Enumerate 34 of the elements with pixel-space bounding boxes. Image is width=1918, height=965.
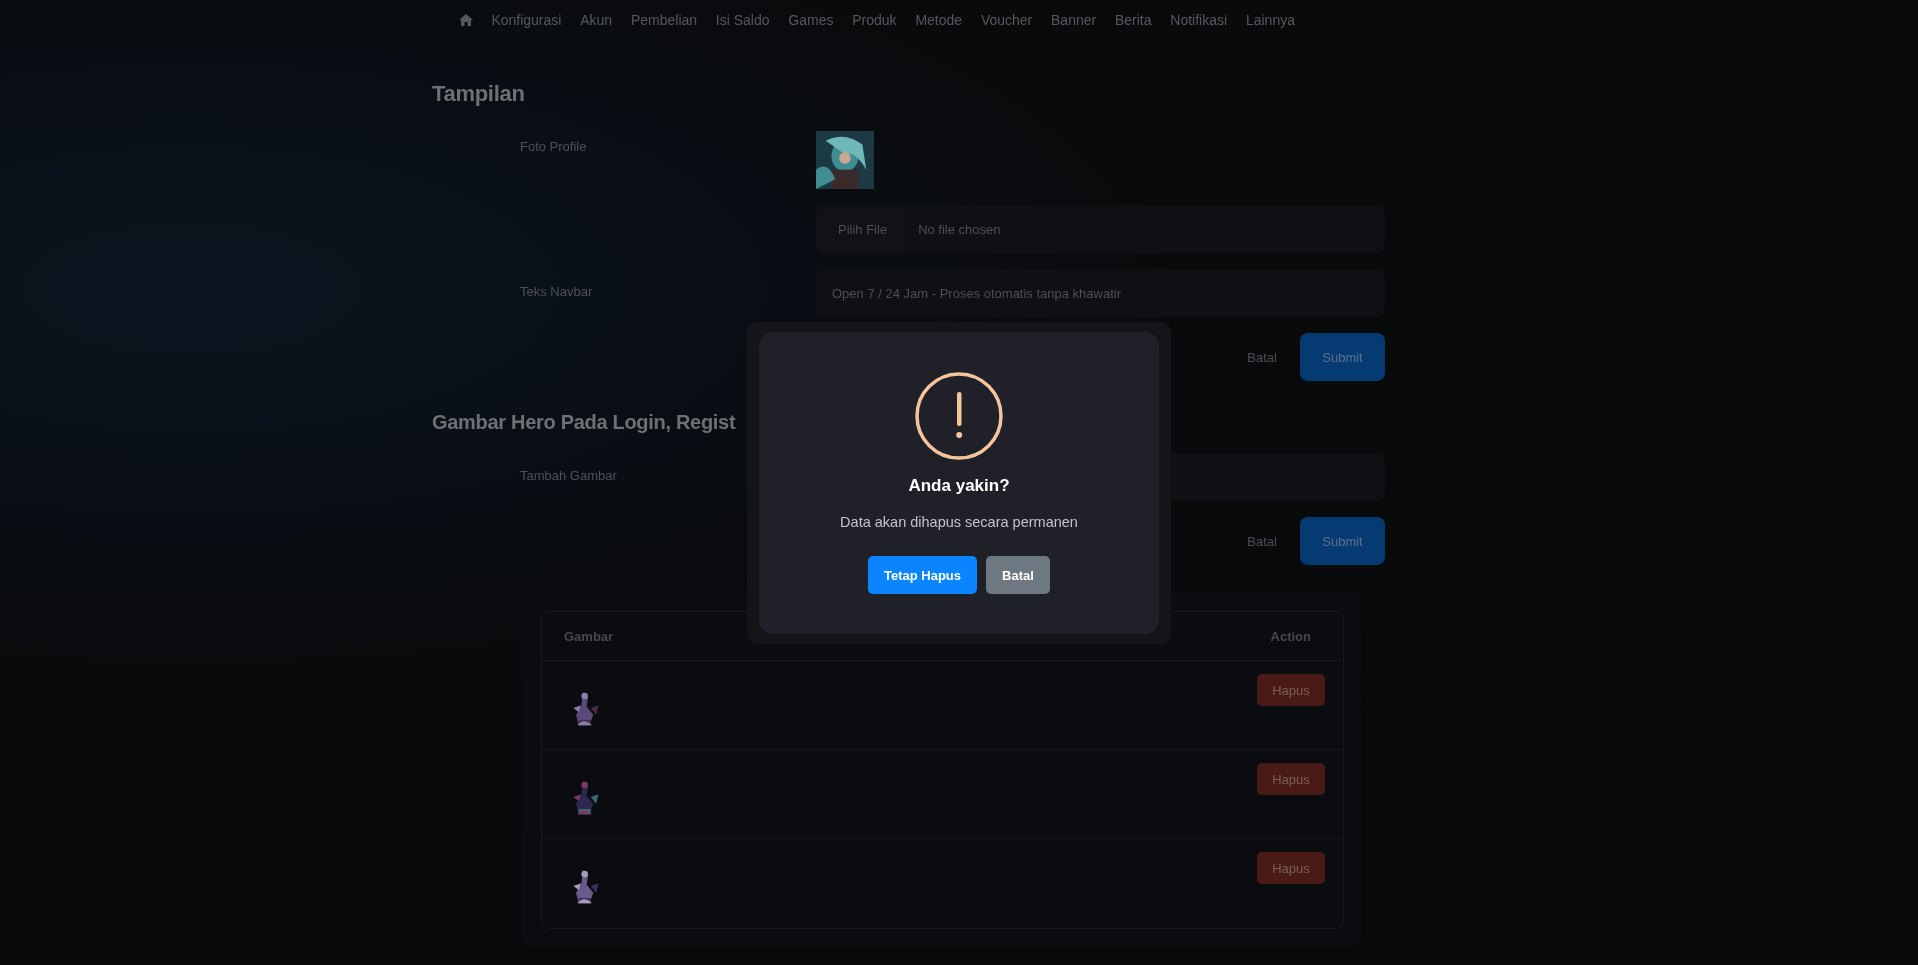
- delete-button[interactable]: Hapus: [1257, 674, 1325, 706]
- nav-link[interactable]: Lainnya: [1236, 12, 1305, 28]
- field-label: Tambah Gambar: [519, 467, 617, 483]
- nav-link[interactable]: Pembelian: [621, 12, 707, 28]
- nav-link[interactable]: Games: [778, 12, 843, 28]
- nav-link[interactable]: Voucher: [971, 12, 1042, 28]
- nav-link[interactable]: Produk: [842, 12, 906, 28]
- field-label: Teks Navbar: [519, 283, 593, 299]
- column-header: Gambar: [564, 628, 614, 644]
- warning-icon: [915, 372, 1003, 460]
- column-header: Action: [1270, 628, 1311, 644]
- nav-link[interactable]: Akun: [570, 12, 622, 28]
- nav-link[interactable]: Isi Saldo: [706, 12, 779, 28]
- cancel-button[interactable]: Batal: [1242, 349, 1282, 365]
- cancel-button[interactable]: Batal: [1242, 533, 1282, 549]
- cancel-button[interactable]: Batal: [986, 556, 1050, 594]
- nav-link[interactable]: Konfigurasi: [482, 12, 571, 28]
- home-icon[interactable]: [458, 13, 474, 27]
- delete-button[interactable]: Hapus: [1257, 763, 1325, 795]
- nav-link[interactable]: Notifikasi: [1160, 12, 1237, 28]
- submit-button[interactable]: Submit: [1300, 517, 1385, 565]
- section-heading: Tampilan: [432, 80, 525, 108]
- confirm-button[interactable]: Tetap Hapus: [868, 556, 977, 594]
- dialog-message: Data akan dihapus secara permanen: [840, 514, 1078, 530]
- file-input[interactable]: Pilih File No file chosen: [816, 205, 1385, 253]
- delete-button[interactable]: Hapus: [1257, 852, 1325, 884]
- input-field[interactable]: Open 7 / 24 Jam - Proses otomatis tanpa khawatir: [816, 269, 1385, 317]
- section-heading: Gambar Hero Pada Login, Regist: [432, 410, 736, 435]
- dialog-title: Anda yakin?: [908, 476, 1010, 496]
- nav-link[interactable]: Berita: [1105, 12, 1161, 28]
- field-label: Foto Profile: [519, 139, 587, 154]
- nav-link[interactable]: Metode: [906, 12, 972, 28]
- submit-button[interactable]: Submit: [1300, 333, 1385, 381]
- nav-link[interactable]: Banner: [1041, 12, 1106, 28]
